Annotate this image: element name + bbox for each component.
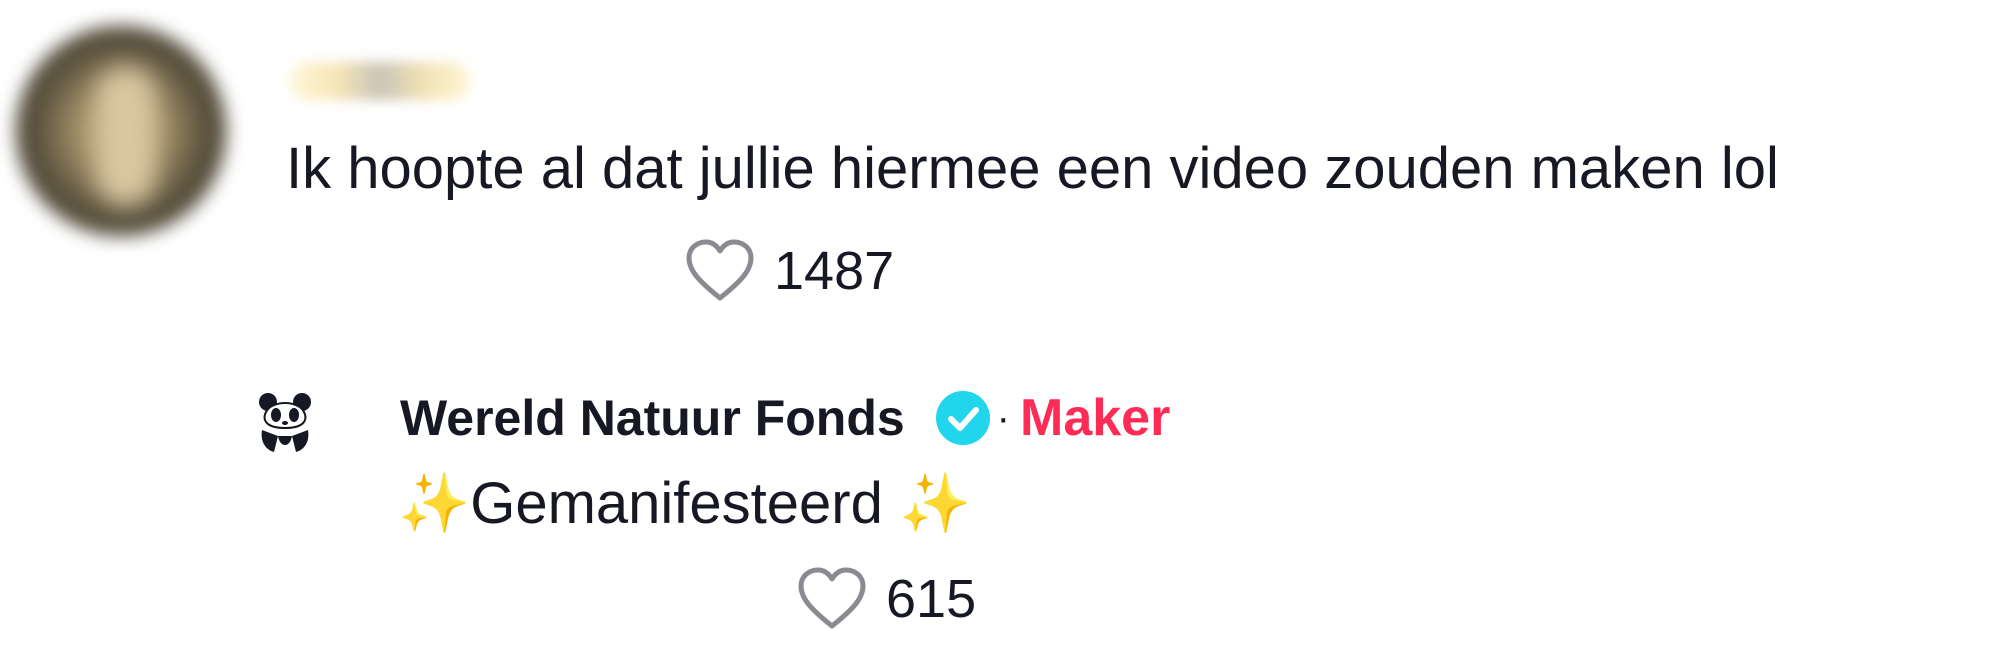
- heart-outline-icon[interactable]: [684, 238, 756, 304]
- reply-author-name[interactable]: Wereld Natuur Fonds: [400, 389, 905, 447]
- sparkles-icon: ✨: [899, 469, 972, 537]
- reply-text-body: Gemanifesteerd: [470, 471, 899, 536]
- commenter-username[interactable]: [290, 62, 470, 100]
- commenter-avatar[interactable]: [16, 26, 226, 236]
- panda-logo-icon[interactable]: [256, 390, 314, 454]
- reply-header: Wereld Natuur Fonds · Maker: [400, 388, 1170, 448]
- comment-text: Ik hoopte al dat jullie hiermee een vide…: [286, 136, 1779, 201]
- sparkles-icon: ✨: [398, 469, 471, 537]
- reply-like[interactable]: 615: [796, 566, 976, 632]
- comment-like[interactable]: 1487: [684, 238, 894, 304]
- separator-dot: ·: [996, 395, 1010, 440]
- reply-like-count: 615: [886, 569, 977, 629]
- comment-like-count: 1487: [774, 241, 895, 301]
- reply-text: ✨Gemanifesteerd ✨: [398, 468, 971, 539]
- creator-label: Maker: [1020, 389, 1171, 447]
- heart-outline-icon[interactable]: [796, 566, 868, 632]
- verified-badge-icon: [935, 391, 990, 445]
